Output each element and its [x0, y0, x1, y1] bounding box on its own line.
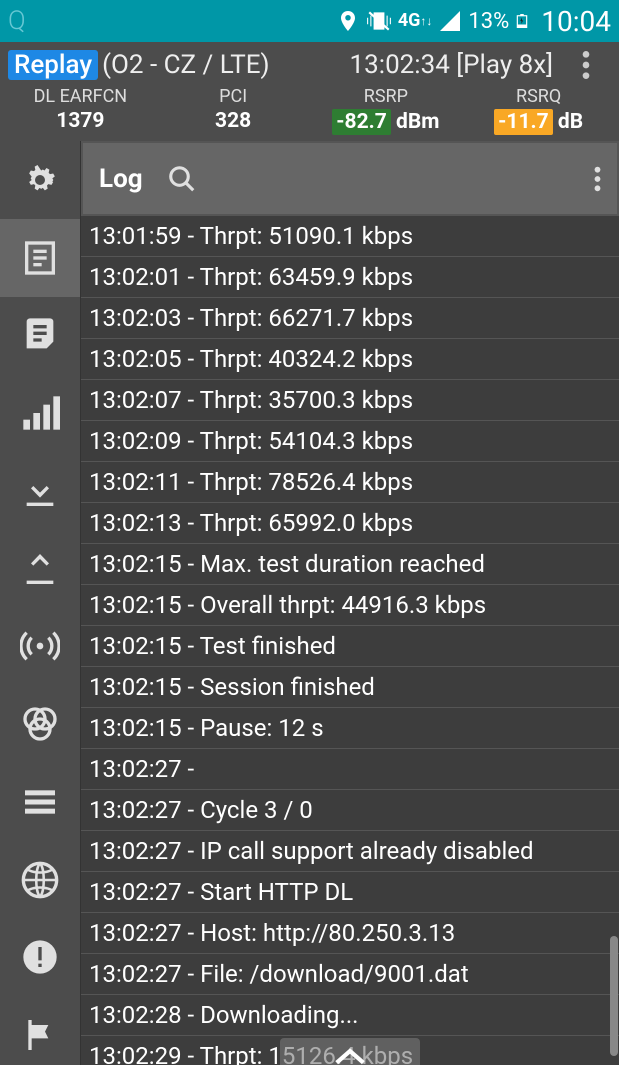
metric-rsrq: RSRQ -11.7 dB [466, 86, 611, 135]
battery-charging-icon [515, 8, 529, 34]
metric-earfcn: DL EARFCN 1379 [8, 86, 153, 135]
sidebar-item-overlap[interactable] [0, 685, 80, 763]
search-icon[interactable] [167, 164, 197, 194]
log-entry[interactable]: 13:02:15 - Max. test duration reached [81, 544, 619, 585]
log-list[interactable]: 13:01:59 - Thrpt: 51090.1 kbps13:02:01 -… [81, 216, 619, 1065]
sidebar-item-antenna[interactable] [0, 608, 80, 686]
sidebar-item-flag[interactable] [0, 996, 80, 1065]
log-title: Log [99, 164, 143, 194]
status-app-glyph: Q [8, 6, 26, 36]
log-entry[interactable]: 13:02:07 - Thrpt: 35700.3 kbps [81, 380, 619, 421]
log-entry[interactable]: 13:02:11 - Thrpt: 78526.4 kbps [81, 462, 619, 503]
metric-rsrp: RSRP -82.7 dBm [314, 86, 459, 135]
sidebar-item-globe[interactable] [0, 841, 80, 919]
sidebar-item-log[interactable] [0, 219, 80, 297]
sidebar-item-list[interactable] [0, 763, 80, 841]
log-entry[interactable]: 13:02:01 - Thrpt: 63459.9 kbps [81, 257, 619, 298]
battery-percentage: 13% [468, 9, 509, 34]
sidebar-item-alert[interactable] [0, 919, 80, 997]
log-entry[interactable]: 13:02:27 - File: /download/9001.dat [81, 954, 619, 995]
replay-timestamp: 13:02:34 [Play 8x] [350, 50, 561, 80]
sidebar-item-notes[interactable] [0, 297, 80, 375]
location-icon [336, 9, 360, 33]
app-header: Replay (O2 - CZ / LTE) 13:02:34 [Play 8x… [0, 42, 619, 141]
log-panel-header: Log [81, 141, 619, 216]
network-type-label: 4G↑↓ [398, 14, 433, 28]
log-entry[interactable]: 13:02:27 - Host: http://80.250.3.13 [81, 913, 619, 954]
log-overflow-menu[interactable] [594, 165, 601, 193]
sidebar [0, 141, 80, 1065]
log-entry[interactable]: 13:02:27 - Start HTTP DL [81, 872, 619, 913]
replay-badge[interactable]: Replay [8, 50, 98, 80]
network-info: (O2 - CZ / LTE) [102, 50, 269, 80]
android-status-bar: Q 4G↑↓ 13% 10:04 [0, 0, 619, 42]
log-entry[interactable]: 13:02:15 - Pause: 12 s [81, 708, 619, 749]
log-entry[interactable]: 13:02:27 - [81, 749, 619, 790]
sidebar-item-settings[interactable] [0, 141, 80, 219]
vibrate-icon [366, 8, 392, 34]
log-entry[interactable]: 13:02:15 - Session finished [81, 667, 619, 708]
log-entry[interactable]: 13:02:13 - Thrpt: 65992.0 kbps [81, 503, 619, 544]
status-clock: 10:04 [541, 5, 611, 38]
header-overflow-menu[interactable] [561, 49, 611, 81]
scrollbar-thumb[interactable] [610, 936, 618, 1056]
expand-up-handle[interactable] [280, 1038, 420, 1065]
sidebar-item-signal[interactable] [0, 374, 80, 452]
log-entry[interactable]: 13:02:15 - Test finished [81, 626, 619, 667]
signal-icon [438, 9, 462, 33]
log-entry[interactable]: 13:02:27 - Cycle 3 / 0 [81, 790, 619, 831]
log-entry[interactable]: 13:02:09 - Thrpt: 54104.3 kbps [81, 421, 619, 462]
log-entry[interactable]: 13:01:59 - Thrpt: 51090.1 kbps [81, 216, 619, 257]
log-entry[interactable]: 13:02:28 - Downloading... [81, 995, 619, 1036]
sidebar-item-download[interactable] [0, 452, 80, 530]
log-entry[interactable]: 13:02:03 - Thrpt: 66271.7 kbps [81, 298, 619, 339]
log-entry[interactable]: 13:02:05 - Thrpt: 40324.2 kbps [81, 339, 619, 380]
metric-pci: PCI 328 [161, 86, 306, 135]
log-entry[interactable]: 13:02:15 - Overall thrpt: 44916.3 kbps [81, 585, 619, 626]
sidebar-item-upload[interactable] [0, 530, 80, 608]
log-entry[interactable]: 13:02:27 - IP call support already disab… [81, 831, 619, 872]
